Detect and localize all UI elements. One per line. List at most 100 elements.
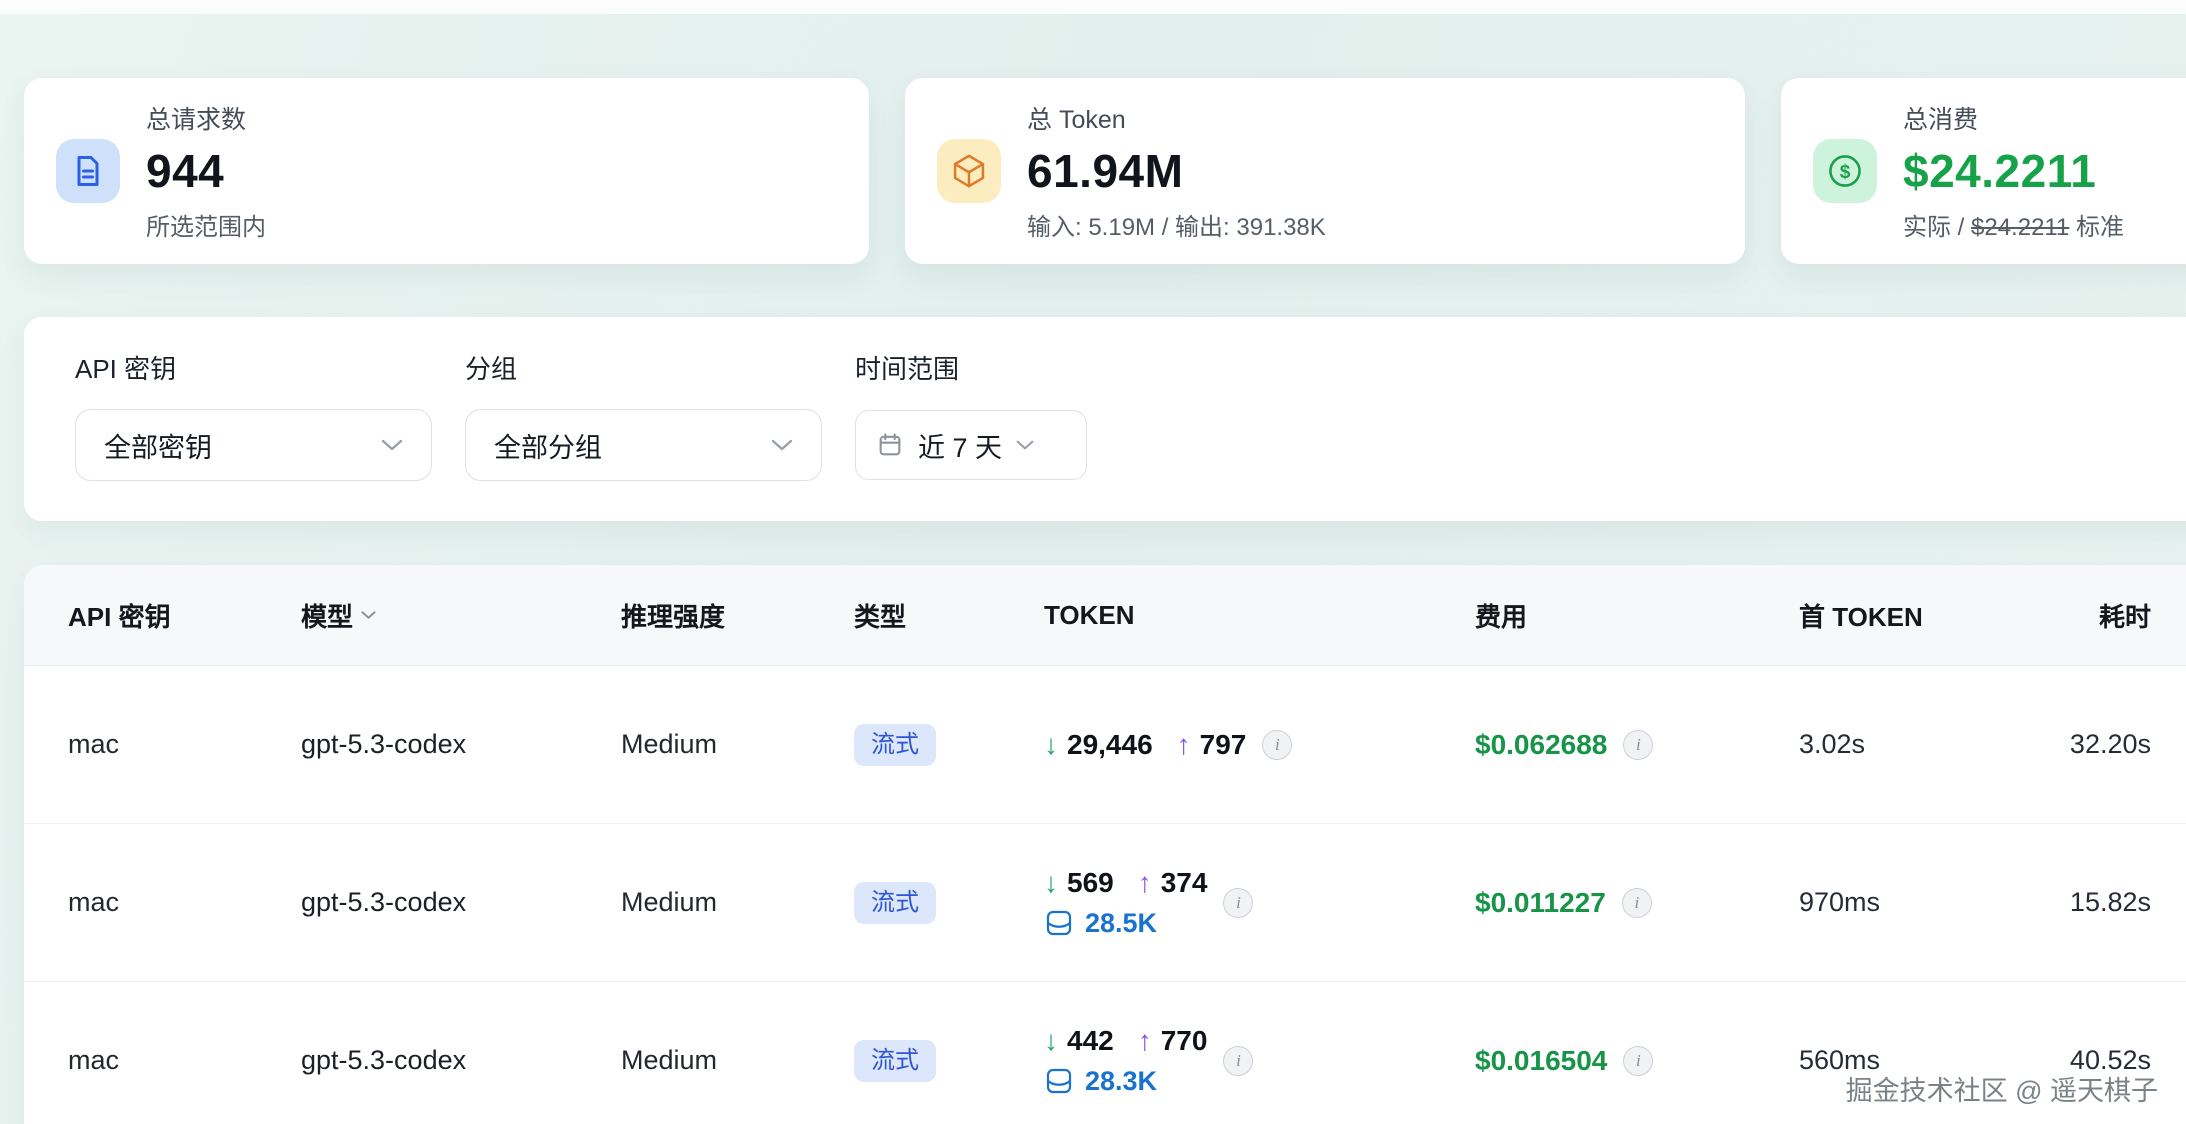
time-range-select[interactable]: 近 7 天 (855, 410, 1087, 480)
stat-title: 总请求数 (146, 100, 266, 136)
struck-standard-cost: $24.2211 (1971, 214, 2069, 241)
cell-api-key: mac (68, 729, 301, 760)
download-arrow-icon: ↓ (1044, 1025, 1058, 1057)
stat-subtitle: 所选范围内 (146, 207, 266, 242)
filter-time-range: 时间范围 近 7 天 (855, 349, 1087, 480)
cache-token: 28.5K (1044, 908, 1207, 939)
usage-dashboard: 总请求数 944 所选范围内 总 Token 61.94M 输入: 5.19M … (24, 14, 2186, 1124)
token-up-value: 797 (1200, 729, 1247, 761)
table-row[interactable]: mac gpt-5.3-codex Medium 流式 ↓ 29,446 ↑ 797… (24, 666, 2186, 824)
stat-card-requests: 总请求数 944 所选范围内 (24, 78, 869, 264)
token-down-value: 569 (1067, 867, 1114, 899)
svg-text:$: $ (1840, 162, 1851, 183)
table-row[interactable]: mac gpt-5.3-codex Medium 流式 ↓ 569 ↑ 374 28… (24, 824, 2186, 982)
stat-card-tokens: 总 Token 61.94M 输入: 5.19M / 输出: 391.38K (905, 78, 1745, 264)
cell-type: 流式 (854, 882, 1044, 924)
header-duration: 耗时 (2041, 597, 2186, 634)
cell-cost: $0.016504 i (1475, 1045, 1799, 1077)
cell-api-key: mac (68, 887, 301, 918)
cost-value: $0.016504 (1475, 1045, 1607, 1077)
header-model[interactable]: 模型 (301, 597, 621, 634)
dollar-icon: $ (1813, 139, 1877, 203)
token-down-value: 29,446 (1067, 729, 1153, 761)
info-icon[interactable]: i (1622, 888, 1652, 918)
header-cost: 费用 (1475, 597, 1799, 634)
upload-arrow-icon: ↑ (1138, 867, 1152, 899)
cell-first-token: 970ms (1799, 887, 2041, 918)
cache-value: 28.5K (1085, 908, 1157, 939)
token-down-value: 442 (1067, 1025, 1114, 1057)
chevron-down-icon (1016, 439, 1034, 451)
stream-badge: 流式 (854, 724, 936, 766)
group-select[interactable]: 全部分组 (465, 409, 822, 481)
filter-group: 分组 全部分组 (465, 349, 822, 481)
stat-value: $24.2211 (1903, 144, 2124, 198)
api-key-select[interactable]: 全部密钥 (75, 409, 432, 481)
cell-type: 流式 (854, 724, 1044, 766)
header-token: TOKEN (1044, 600, 1475, 631)
cell-api-key: mac (68, 1045, 301, 1076)
header-api-key: API 密钥 (68, 597, 301, 634)
cell-reasoning: Medium (621, 729, 854, 760)
table-body: mac gpt-5.3-codex Medium 流式 ↓ 29,446 ↑ 797… (24, 666, 2186, 1124)
cell-model: gpt-5.3-codex (301, 887, 621, 918)
header-reasoning: 推理强度 (621, 597, 854, 634)
cost-value: $0.062688 (1475, 729, 1607, 761)
header-type: 类型 (854, 597, 1044, 634)
info-icon[interactable]: i (1623, 730, 1653, 760)
info-icon[interactable]: i (1223, 888, 1253, 918)
cell-reasoning: Medium (621, 1045, 854, 1076)
upload-arrow-icon: ↑ (1138, 1025, 1152, 1057)
info-icon[interactable]: i (1223, 1046, 1253, 1076)
cell-first-token: 3.02s (1799, 729, 2041, 760)
cost-value: $0.011227 (1475, 887, 1606, 919)
cell-duration: 32.20s (2041, 729, 2186, 760)
info-icon[interactable]: i (1623, 1046, 1653, 1076)
filter-label: API 密钥 (75, 349, 432, 386)
stream-badge: 流式 (854, 882, 936, 924)
stat-title: 总 Token (1027, 100, 1326, 136)
document-icon (56, 139, 120, 203)
stat-subtitle: 输入: 5.19M / 输出: 391.38K (1027, 207, 1326, 242)
stat-value: 944 (146, 144, 266, 198)
upload-arrow-icon: ↑ (1177, 729, 1191, 761)
calendar-icon (876, 431, 904, 459)
cache-token: 28.3K (1044, 1066, 1207, 1097)
filter-label: 分组 (465, 349, 822, 386)
download-arrow-icon: ↓ (1044, 867, 1058, 899)
chevron-down-icon (771, 438, 793, 452)
chevron-down-icon (381, 438, 403, 452)
stats-row: 总请求数 944 所选范围内 总 Token 61.94M 输入: 5.19M … (24, 78, 2186, 264)
cell-type: 流式 (854, 1040, 1044, 1082)
cell-cost: $0.011227 i (1475, 887, 1799, 919)
usage-table: API 密钥 模型 推理强度 类型 TOKEN 费用 首 TOKEN 耗时 ma… (24, 565, 2186, 1124)
filter-bar: API 密钥 全部密钥 分组 全部分组 时间范围 近 7 天 (24, 317, 2186, 521)
token-up-value: 374 (1161, 867, 1208, 899)
cache-icon (1044, 908, 1074, 938)
cell-token: ↓ 569 ↑ 374 28.5K i (1044, 867, 1475, 939)
cell-model: gpt-5.3-codex (301, 729, 621, 760)
cell-token: ↓ 442 ↑ 770 28.3K i (1044, 1025, 1475, 1097)
cache-value: 28.3K (1085, 1066, 1157, 1097)
stat-card-cost: $ 总消费 $24.2211 实际 / $24.2211 标准 (1781, 78, 2186, 264)
header-first-token: 首 TOKEN (1799, 597, 2041, 634)
stream-badge: 流式 (854, 1040, 936, 1082)
stat-value: 61.94M (1027, 144, 1326, 198)
info-icon[interactable]: i (1262, 730, 1292, 760)
cell-token: ↓ 29,446 ↑ 797 i (1044, 729, 1475, 761)
cell-reasoning: Medium (621, 887, 854, 918)
stat-title: 总消费 (1903, 100, 2124, 136)
cell-duration: 15.82s (2041, 887, 2186, 918)
token-up-value: 770 (1161, 1025, 1208, 1057)
watermark: 掘金技术社区 @ 遥天棋子 (1846, 1069, 2158, 1108)
chevron-down-icon (361, 610, 376, 620)
table-header-row: API 密钥 模型 推理强度 类型 TOKEN 费用 首 TOKEN 耗时 (24, 565, 2186, 666)
stat-subtitle: 实际 / $24.2211 标准 (1903, 207, 2124, 242)
cell-cost: $0.062688 i (1475, 729, 1799, 761)
filter-label: 时间范围 (855, 349, 1087, 386)
cache-icon (1044, 1066, 1074, 1096)
download-arrow-icon: ↓ (1044, 729, 1058, 761)
cell-model: gpt-5.3-codex (301, 1045, 621, 1076)
filter-api-key: API 密钥 全部密钥 (75, 349, 432, 481)
top-strip (0, 0, 2186, 14)
